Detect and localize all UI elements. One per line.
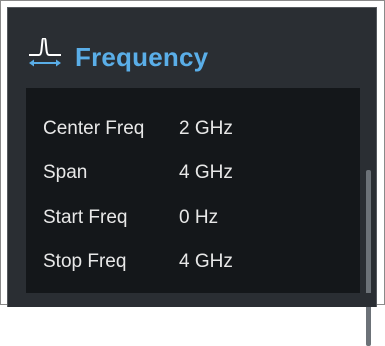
parameter-row-center-freq[interactable]: Center Freq 2 GHz <box>26 109 346 149</box>
parameter-row-stop-freq[interactable]: Stop Freq 4 GHz <box>26 242 346 282</box>
parameter-row-span[interactable]: Span 4 GHz <box>26 153 346 193</box>
frequency-panel: Frequency Center Freq 2 GHz Span 4 GHz S… <box>7 7 377 346</box>
parameter-row-start-freq[interactable]: Start Freq 0 Hz <box>26 198 346 238</box>
parameter-label: Center Freq <box>43 118 145 139</box>
frequency-dialog-frame: Frequency Center Freq 2 GHz Span 4 GHz S… <box>0 0 385 346</box>
frequency-peak-icon <box>27 36 63 68</box>
parameter-value[interactable]: 2 GHz <box>179 109 233 149</box>
parameter-value[interactable]: 0 Hz <box>179 198 218 238</box>
list-scrollbar[interactable] <box>366 170 371 346</box>
parameter-value[interactable]: 4 GHz <box>179 242 233 282</box>
parameter-value[interactable]: 4 GHz <box>179 153 233 193</box>
parameter-label: Start Freq <box>43 207 128 228</box>
parameter-list: Center Freq 2 GHz Span 4 GHz Start Freq … <box>26 88 371 346</box>
panel-header: Frequency <box>8 8 376 86</box>
parameter-label: Span <box>43 162 88 183</box>
parameter-label: Stop Freq <box>43 251 127 272</box>
panel-title: Frequency <box>75 42 209 72</box>
